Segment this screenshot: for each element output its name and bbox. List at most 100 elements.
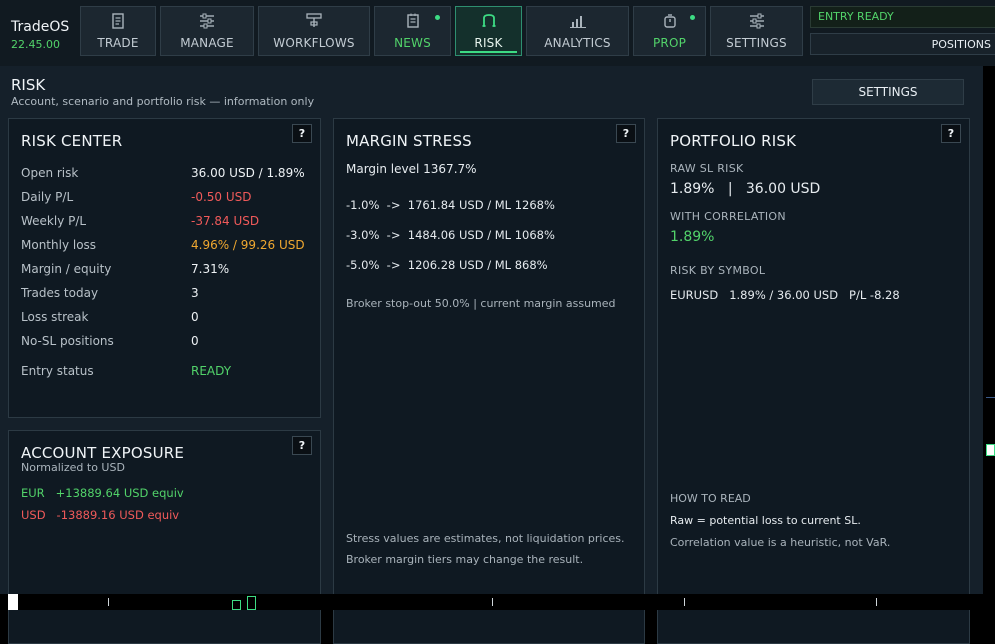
tab-news[interactable]: NEWS: [374, 6, 451, 56]
top-bar: TradeOS 22.45.00 TRADE MANAGE WORKFLOWS …: [0, 0, 995, 66]
card-title: ACCOUNT EXPOSURE: [21, 444, 185, 462]
card-title: PORTFOLIO RISK: [670, 132, 797, 150]
account-exposure-card: ACCOUNT EXPOSURE ? Normalized to USD EUR…: [8, 430, 321, 644]
risk-by-symbol-caption: RISK BY SYMBOL: [670, 264, 766, 277]
portfolio-risk-card: PORTFOLIO RISK ? RAW SL RISK 1.89% | 36.…: [657, 118, 970, 644]
row-label: No-SL positions: [21, 334, 114, 348]
row-label: Daily P/L: [21, 190, 74, 204]
prop-indicator-dot: [690, 15, 695, 20]
symbol-risk-row: EURUSD 1.89% / 36.00 USD P/L -8.28: [670, 288, 900, 302]
row-label: Trades today: [21, 286, 99, 300]
entry-status-value: READY: [191, 364, 232, 378]
how-to-read-line: Correlation value is a heuristic, not Va…: [670, 536, 891, 549]
candle: [247, 596, 256, 610]
time-tick: [492, 598, 493, 606]
exposure-row: USD -13889.16 USD equiv: [21, 508, 179, 522]
exposure-amount: -13889.16 USD equiv: [56, 508, 180, 522]
tab-analytics[interactable]: ANALYTICS: [526, 6, 629, 56]
raw-sl-value: 1.89% | 36.00 USD: [670, 181, 821, 197]
time-tick: [876, 598, 877, 606]
broker-note: Broker stop-out 50.0% | current margin a…: [346, 297, 616, 310]
footnote: Broker margin tiers may change the resul…: [346, 553, 584, 566]
card-subtitle: Normalized to USD: [21, 461, 125, 474]
help-button[interactable]: ?: [292, 124, 312, 143]
tab-prop[interactable]: PROP: [633, 6, 706, 56]
brand-name: TradeOS: [11, 19, 70, 35]
tab-label: NEWS: [394, 36, 431, 50]
help-button[interactable]: ?: [616, 124, 636, 143]
risk-center-card: RISK CENTER ? Open risk 36.00 USD / 1.89…: [8, 118, 321, 418]
page-title: RISK: [11, 76, 46, 94]
row-value: 0: [191, 334, 199, 348]
tab-risk[interactable]: RISK: [455, 6, 522, 56]
tab-settings[interactable]: SETTINGS: [710, 6, 803, 56]
sliders-icon: [748, 13, 766, 33]
how-to-read-line: Raw = potential loss to current SL.: [670, 514, 861, 527]
tab-label: ANALYTICS: [544, 36, 611, 50]
tab-label: TRADE: [97, 36, 139, 50]
row-label: Weekly P/L: [21, 214, 87, 228]
stress-scenario: -1.0% -> 1761.84 USD / ML 1268%: [346, 198, 555, 212]
page-subtitle: Account, scenario and portfolio risk — i…: [11, 95, 315, 108]
candle: [8, 594, 18, 610]
correlation-caption: WITH CORRELATION: [670, 210, 786, 223]
tab-label: RISK: [474, 36, 503, 50]
tab-label: PROP: [652, 36, 687, 50]
stress-scenario: -5.0% -> 1206.28 USD / ML 868%: [346, 258, 548, 272]
how-to-read-caption: HOW TO READ: [670, 492, 751, 505]
row-label: Entry status: [21, 364, 94, 378]
candle: [986, 444, 995, 456]
brand: TradeOS 22.45.00: [11, 19, 69, 51]
time-tick: [108, 598, 109, 606]
help-button[interactable]: ?: [292, 436, 312, 455]
help-button[interactable]: ?: [941, 124, 961, 143]
positions-button[interactable]: POSITIONS: [810, 33, 995, 55]
chart-background: [983, 66, 995, 594]
footnote: Stress values are estimates, not liquida…: [346, 532, 625, 545]
price-line: [986, 397, 995, 398]
settings-button[interactable]: SETTINGS: [812, 79, 964, 105]
stress-scenario: -3.0% -> 1484.06 USD / ML 1068%: [346, 228, 555, 242]
timer-icon: [662, 13, 678, 33]
raw-sl-caption: RAW SL RISK: [670, 162, 744, 175]
exposure-amount: +13889.64 USD equiv: [55, 486, 184, 500]
currency-code: EUR: [21, 486, 45, 500]
card-title: RISK CENTER: [21, 132, 123, 150]
document-icon: [111, 13, 125, 33]
tab-workflows[interactable]: WORKFLOWS: [258, 6, 370, 56]
margin-stress-card: MARGIN STRESS ? Margin level 1367.7% -1.…: [333, 118, 645, 644]
card-title: MARGIN STRESS: [346, 132, 472, 150]
workflow-icon: [305, 13, 323, 33]
row-label: Loss streak: [21, 310, 89, 324]
row-value: 7.31%: [191, 262, 230, 276]
brand-version: 22.45.00: [11, 38, 60, 51]
row-value: -0.50 USD: [191, 190, 252, 204]
exposure-row: EUR +13889.64 USD equiv: [21, 486, 184, 500]
entry-status-badge: ENTRY READY: [810, 6, 995, 28]
shield-icon: [481, 13, 497, 33]
chart-timeline: [0, 594, 995, 610]
row-value: 0: [191, 310, 199, 324]
tab-label: SETTINGS: [726, 36, 787, 50]
tab-label: MANAGE: [180, 36, 234, 50]
news-icon: [406, 13, 420, 33]
correlation-value: 1.89%: [670, 229, 715, 245]
sliders-icon: [198, 13, 216, 33]
margin-level: Margin level 1367.7%: [346, 162, 477, 176]
news-indicator-dot: [435, 15, 440, 20]
tab-manage[interactable]: MANAGE: [160, 6, 254, 56]
tab-label: WORKFLOWS: [273, 36, 355, 50]
row-value: 36.00 USD / 1.89%: [191, 166, 305, 180]
currency-code: USD: [21, 508, 46, 522]
candle: [232, 600, 241, 610]
risk-panel: RISK Account, scenario and portfolio ris…: [0, 66, 983, 644]
row-label: Margin / equity: [21, 262, 112, 276]
tab-trade[interactable]: TRADE: [80, 6, 156, 56]
row-value: 3: [191, 286, 199, 300]
row-value: -37.84 USD: [191, 214, 260, 228]
bar-chart-icon: [569, 13, 587, 33]
row-label: Monthly loss: [21, 238, 97, 252]
row-value: 4.96% / 99.26 USD: [191, 238, 305, 252]
row-label: Open risk: [21, 166, 79, 180]
time-tick: [684, 598, 685, 606]
